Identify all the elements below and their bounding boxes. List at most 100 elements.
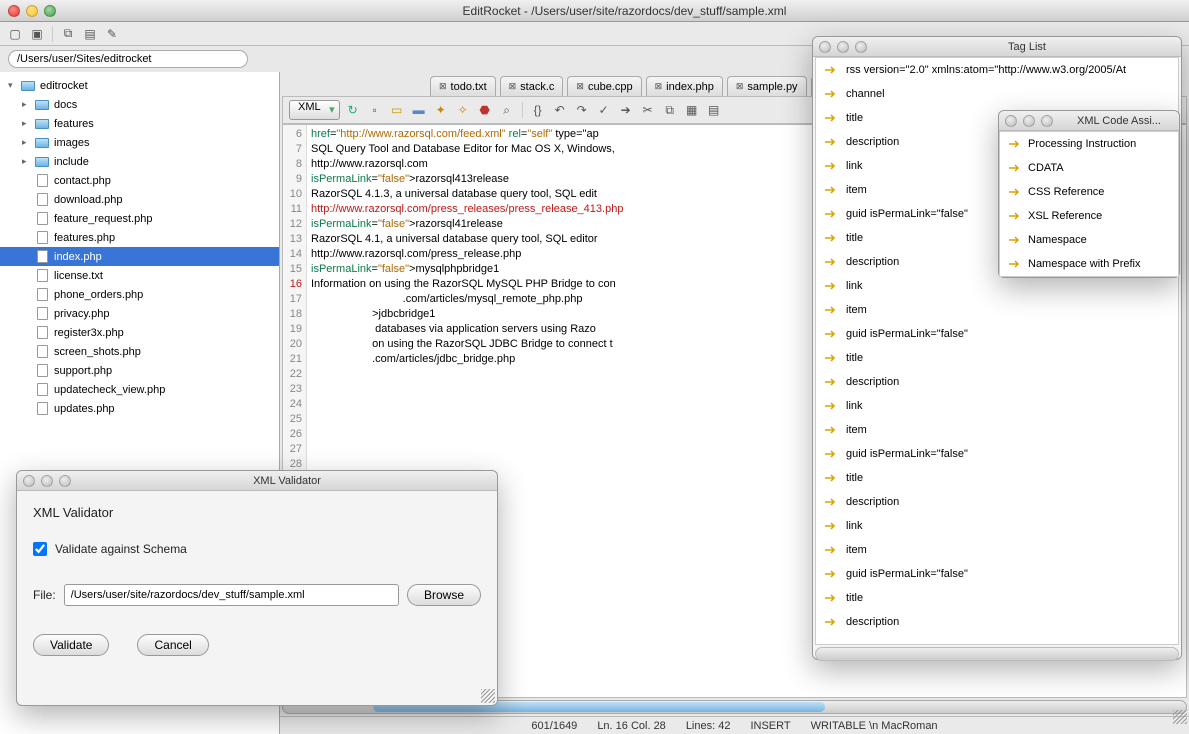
tag-item[interactable]: description: [816, 370, 1178, 394]
tag-item[interactable]: description: [816, 610, 1178, 634]
minimize-icon[interactable]: [837, 41, 849, 53]
disclosure-icon[interactable]: ▸: [22, 99, 34, 110]
tree-item[interactable]: support.php: [0, 361, 279, 380]
tree-item[interactable]: features.php: [0, 228, 279, 247]
checkmark-icon[interactable]: ✓: [595, 101, 613, 119]
assist-item[interactable]: Namespace with Prefix: [1000, 252, 1178, 276]
tag-item[interactable]: guid isPermaLink="false": [816, 442, 1178, 466]
browse-button[interactable]: Browse: [407, 584, 481, 606]
arrow-icon[interactable]: ➔: [617, 101, 635, 119]
redo-icon[interactable]: ↷: [573, 101, 591, 119]
tab-sample-py[interactable]: ⊠sample.py: [727, 76, 807, 96]
tag-item[interactable]: title: [816, 586, 1178, 610]
tree-item[interactable]: contact.php: [0, 171, 279, 190]
tree-item[interactable]: feature_request.php: [0, 209, 279, 228]
assist-item[interactable]: Processing Instruction: [1000, 132, 1178, 156]
brackets-icon[interactable]: {}: [529, 101, 547, 119]
close-tab-icon[interactable]: ⊠: [655, 81, 663, 92]
disclosure-icon[interactable]: ▸: [22, 118, 34, 129]
minimize-icon[interactable]: [41, 475, 53, 487]
tree-item[interactable]: ▸include: [0, 152, 279, 171]
more-icon[interactable]: ▤: [705, 101, 723, 119]
close-icon[interactable]: [1005, 115, 1017, 127]
tree-item[interactable]: screen_shots.php: [0, 342, 279, 361]
tag-item[interactable]: guid isPermaLink="false": [816, 322, 1178, 346]
tree-item[interactable]: phone_orders.php: [0, 285, 279, 304]
tree-item[interactable]: ▸images: [0, 133, 279, 152]
stop-icon[interactable]: ⬣: [476, 101, 494, 119]
tab-index-php[interactable]: ⊠index.php: [646, 76, 723, 96]
disclosure-icon[interactable]: ▸: [22, 137, 34, 148]
main-resize-handle-icon[interactable]: [1173, 710, 1187, 724]
close-tab-icon[interactable]: ⊠: [509, 81, 517, 92]
find-icon[interactable]: ⌕: [498, 101, 516, 119]
close-icon[interactable]: [23, 475, 35, 487]
validator-titlebar[interactable]: XML Validator: [17, 471, 497, 491]
zoom-icon[interactable]: [1041, 115, 1053, 127]
tag-item[interactable]: description: [816, 490, 1178, 514]
path-input[interactable]: [8, 50, 248, 68]
new-icon[interactable]: ▢: [6, 25, 24, 43]
wand2-icon[interactable]: ✧: [454, 101, 472, 119]
tag-item[interactable]: title: [816, 466, 1178, 490]
save-icon[interactable]: ▬: [410, 101, 428, 119]
minimize-icon[interactable]: [1023, 115, 1035, 127]
assist-items[interactable]: Processing InstructionCDATACSS Reference…: [999, 131, 1179, 277]
validate-schema-checkbox[interactable]: [33, 542, 47, 556]
tag-item[interactable]: link: [816, 514, 1178, 538]
tree-item[interactable]: ▸features: [0, 114, 279, 133]
tag-item[interactable]: link: [816, 394, 1178, 418]
file-path-input[interactable]: [64, 584, 399, 606]
refresh-icon[interactable]: ↻: [344, 101, 362, 119]
close-tab-icon[interactable]: ⊠: [439, 81, 447, 92]
open-file-icon[interactable]: ▭: [388, 101, 406, 119]
tag-item[interactable]: guid isPermaLink="false": [816, 562, 1178, 586]
tag-item[interactable]: item: [816, 298, 1178, 322]
open-icon[interactable]: ▣: [28, 25, 46, 43]
assist-item[interactable]: CSS Reference: [1000, 180, 1178, 204]
minimize-window-icon[interactable]: [26, 5, 38, 17]
tool-icon[interactable]: ✎: [103, 25, 121, 43]
copy-icon[interactable]: ⧉: [59, 25, 77, 43]
tab-stack-c[interactable]: ⊠stack.c: [500, 76, 564, 96]
new-file-icon[interactable]: ▫: [366, 101, 384, 119]
language-select[interactable]: XML: [289, 100, 340, 120]
close-icon[interactable]: [819, 41, 831, 53]
assist-item[interactable]: Namespace: [1000, 228, 1178, 252]
disclosure-icon[interactable]: ▾: [8, 80, 20, 91]
book-icon[interactable]: ▤: [81, 25, 99, 43]
tag-item[interactable]: title: [816, 346, 1178, 370]
assist-item[interactable]: CDATA: [1000, 156, 1178, 180]
tree-item[interactable]: download.php: [0, 190, 279, 209]
disclosure-icon[interactable]: ▸: [22, 156, 34, 167]
close-tab-icon[interactable]: ⊠: [576, 81, 584, 92]
copy2-icon[interactable]: ⧉: [661, 101, 679, 119]
zoom-icon[interactable]: [59, 475, 71, 487]
assist-titlebar[interactable]: XML Code Assi...: [999, 111, 1179, 131]
cancel-button[interactable]: Cancel: [137, 634, 208, 656]
tag-list-titlebar[interactable]: Tag List: [813, 37, 1181, 57]
tree-item[interactable]: ▾editrocket: [0, 76, 279, 95]
tag-item[interactable]: item: [816, 538, 1178, 562]
validate-button[interactable]: Validate: [33, 634, 109, 656]
tree-item-selected[interactable]: index.php: [0, 247, 279, 266]
tab-cube-cpp[interactable]: ⊠cube.cpp: [567, 76, 641, 96]
paste-icon[interactable]: ▦: [683, 101, 701, 119]
tag-list-scrollbar[interactable]: [815, 647, 1179, 661]
tree-item[interactable]: updates.php: [0, 399, 279, 418]
tree-item[interactable]: privacy.php: [0, 304, 279, 323]
zoom-window-icon[interactable]: [44, 5, 56, 17]
zoom-icon[interactable]: [855, 41, 867, 53]
tab-todo-txt[interactable]: ⊠todo.txt: [430, 76, 496, 96]
resize-handle-icon[interactable]: [481, 689, 495, 703]
tag-item[interactable]: item: [816, 418, 1178, 442]
close-window-icon[interactable]: [8, 5, 20, 17]
wand-icon[interactable]: ✦: [432, 101, 450, 119]
tree-item[interactable]: license.txt: [0, 266, 279, 285]
tree-item[interactable]: updatecheck_view.php: [0, 380, 279, 399]
close-tab-icon[interactable]: ⊠: [736, 81, 744, 92]
tree-item[interactable]: ▸docs: [0, 95, 279, 114]
tag-item[interactable]: rss version="2.0" xmlns:atom="http://www…: [816, 58, 1178, 82]
tag-item[interactable]: channel: [816, 82, 1178, 106]
cut-icon[interactable]: ✂: [639, 101, 657, 119]
